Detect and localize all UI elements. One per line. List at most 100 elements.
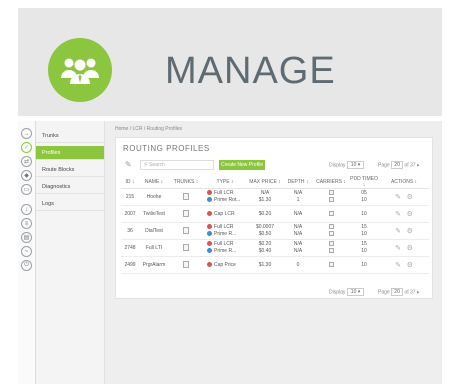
page-input[interactable]: 20: [391, 288, 404, 296]
table-row[interactable]: 36 DialTest Full LCR Prime R... $0.0007 $0.50…: [121, 222, 429, 240]
search-input[interactable]: ⚲ Search: [140, 160, 214, 170]
table-row[interactable]: 215 Hoohe Full LCR Prime Rot... N/A $1.30 N/A 1…: [121, 188, 429, 206]
max-price: $1.30: [258, 261, 272, 268]
type-dot-icon: [207, 261, 212, 267]
create-profile-button[interactable]: Create New Profile: [219, 160, 265, 170]
manage-banner: MANAGE: [18, 8, 442, 116]
depth: N/A: [293, 224, 303, 230]
next-page-icon[interactable]: ▸: [417, 162, 420, 168]
sign-in-icon[interactable]: →: [21, 128, 32, 139]
pdd-timeout: 10: [361, 248, 367, 254]
profile-id: 2748: [124, 245, 136, 251]
carriers-icon[interactable]: [328, 231, 334, 236]
edit-icon[interactable]: ✎: [395, 211, 401, 218]
document-icon[interactable]: [183, 260, 189, 268]
breadcrumb: Home / LCR / Routing Profiles: [115, 126, 182, 132]
type-dot-icon: [207, 241, 212, 247]
max-price: $0.50: [258, 231, 272, 237]
search-placeholder: Search: [149, 162, 165, 168]
sidebar-item-trunks[interactable]: Trunks: [36, 129, 104, 143]
card-icon[interactable]: ▭: [21, 184, 32, 195]
column-header[interactable]: PDD TIMEO ↕: [349, 176, 379, 189]
gear-icon[interactable]: ⚙: [407, 228, 413, 235]
download-icon[interactable]: ↓: [21, 204, 32, 215]
profile-name: Full LTI: [145, 245, 163, 251]
profile-name: DialTest: [145, 228, 163, 234]
carriers-icon[interactable]: [328, 224, 334, 229]
display-value: 10: [350, 289, 357, 295]
gear-icon[interactable]: ⚙: [407, 194, 413, 201]
type-label: Full LCR: [214, 241, 234, 247]
wave-icon[interactable]: ~: [21, 246, 32, 257]
gear-icon[interactable]: ⚙: [407, 262, 413, 269]
type-label: Prime Rot...: [214, 197, 241, 203]
carriers-icon[interactable]: [328, 190, 334, 195]
gear-icon[interactable]: ⚙: [407, 211, 413, 218]
type-dot-icon: [207, 190, 212, 196]
search-icon: ⚲: [144, 162, 148, 168]
sidebar-item-profiles[interactable]: Profiles: [36, 146, 104, 160]
column-header[interactable]: MAX PRICE ↕: [247, 176, 283, 189]
type-dot-icon: [207, 231, 212, 237]
pdd-timeout: 05: [361, 190, 367, 196]
database-icon[interactable]: ▤: [21, 232, 32, 243]
gear-icon[interactable]: ⚙: [407, 245, 413, 252]
table-row[interactable]: 2499 PrgrAlarm Cap Price $1.30 0 10 ✎ ⚙: [121, 256, 429, 274]
pdd-timeout: 15: [361, 224, 367, 230]
type-dot-icon: [207, 197, 212, 203]
shield-icon[interactable]: ◆: [21, 170, 32, 181]
column-header[interactable]: ID ↕: [121, 176, 139, 189]
column-header[interactable]: CARRIERS ↕: [313, 176, 349, 189]
document-icon[interactable]: [183, 209, 189, 217]
edit-icon[interactable]: ✎: [395, 245, 401, 252]
carriers-icon[interactable]: [328, 248, 334, 253]
profile-id: 215: [125, 194, 135, 200]
users-icon: [48, 38, 112, 102]
document-icon[interactable]: [183, 243, 189, 251]
pencil-icon[interactable]: ✎: [125, 160, 132, 169]
sidebar-item-route-blocks[interactable]: Route Blocks: [36, 163, 104, 177]
profiles-table: ID ↕ NAME ↕ TRUNKS ↕ TYPE ↕ MAX PRICE ↕ DEPTH…: [121, 176, 429, 274]
power-icon[interactable]: ⏻: [21, 260, 32, 271]
display-select[interactable]: 10 ▾: [346, 288, 365, 296]
type-label: Prime R...: [214, 231, 237, 237]
edit-icon[interactable]: ✎: [395, 194, 401, 201]
display-value: 10: [350, 162, 357, 168]
carriers-icon[interactable]: [328, 241, 334, 246]
column-header[interactable]: ACTIONS ↕: [379, 176, 429, 189]
table-row[interactable]: 2007 TwilioTest Cap LCR $0.20 N/A 10 ✎ ⚙: [121, 205, 429, 223]
page-label: Page: [378, 162, 390, 169]
carriers-icon[interactable]: [328, 261, 334, 267]
max-price: $0.20: [258, 210, 272, 217]
depth: N/A: [293, 210, 303, 217]
edit-icon[interactable]: ✎: [395, 228, 401, 235]
pdd-timeout: 10: [361, 261, 367, 268]
page-total: of 37: [404, 162, 416, 169]
column-header[interactable]: TRUNKS ↕: [169, 176, 203, 189]
column-header[interactable]: NAME ↕: [139, 176, 169, 189]
document-icon[interactable]: [183, 226, 189, 234]
panel-title: ROUTING PROFILES: [123, 144, 210, 153]
max-price: $0.40: [258, 248, 272, 254]
list-icon[interactable]: ≡: [21, 218, 32, 229]
column-header[interactable]: TYPE ↕: [203, 176, 247, 189]
profile-name: TwilioTest: [143, 211, 165, 217]
sidebar-item-logs[interactable]: Logs: [36, 197, 104, 211]
type-label: Full LCR: [214, 190, 234, 196]
edit-icon[interactable]: ✎: [395, 262, 401, 269]
icon-rail: → ✓ ⇄ ◆ ▭ ↓ ≡ ▤ ~ ⏻: [18, 121, 36, 384]
display-label: Display: [329, 162, 346, 169]
swap-icon[interactable]: ⇄: [21, 156, 32, 167]
table-row[interactable]: 2748 Full LTI Full LCR Prime R... $0.20 $0.40…: [121, 239, 429, 257]
pagination-bottom: Page 20 of 37 ▸: [378, 288, 420, 296]
pdd-timeout: 10: [361, 210, 367, 217]
carriers-icon[interactable]: [328, 197, 334, 202]
sidebar-item-diagnostics[interactable]: Diagnostics: [36, 180, 104, 194]
document-icon[interactable]: [183, 192, 189, 200]
column-header[interactable]: DEPTH ↕: [283, 176, 313, 189]
circle-check-icon[interactable]: ✓: [21, 142, 32, 153]
carriers-icon[interactable]: [328, 210, 334, 216]
display-select[interactable]: 10 ▾: [346, 161, 365, 169]
page-input[interactable]: 20: [391, 161, 404, 169]
next-page-icon[interactable]: ▸: [417, 289, 420, 295]
